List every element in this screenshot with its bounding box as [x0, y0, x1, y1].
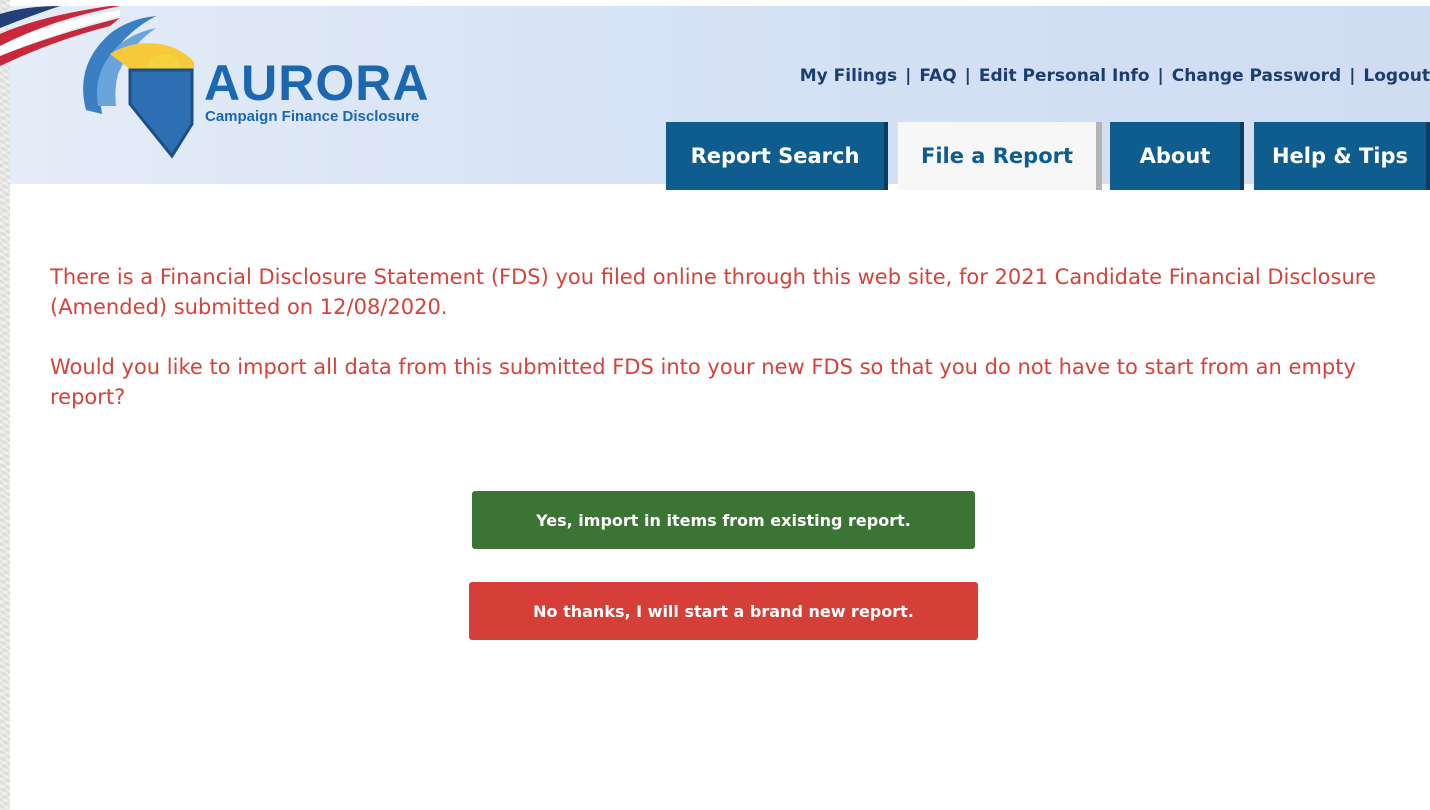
link-separator: | [1349, 66, 1356, 86]
link-separator: | [905, 66, 912, 86]
change-password-link[interactable]: Change Password [1172, 66, 1341, 86]
start-new-report-button[interactable]: No thanks, I will start a brand new repo… [469, 582, 978, 640]
aurora-logo[interactable]: AURORA Campaign Finance Disclosure [72, 14, 502, 164]
logout-link[interactable]: Logout [1363, 66, 1430, 86]
import-question: Would you like to import all data from t… [50, 355, 1356, 409]
link-separator: | [964, 66, 971, 86]
import-existing-button[interactable]: Yes, import in items from existing repor… [472, 491, 975, 549]
site-header: AURORA Campaign Finance Disclosure My Fi… [0, 6, 1430, 190]
faq-link[interactable]: FAQ [919, 66, 956, 86]
tab-report-search[interactable]: Report Search [666, 122, 888, 190]
my-filings-link[interactable]: My Filings [800, 66, 897, 86]
existing-fds-notice: There is a Financial Disclosure Statemen… [50, 265, 1376, 319]
top-nav-links: My Filings | FAQ | Edit Personal Info | Change… [800, 66, 1430, 86]
nevada-logo-icon [83, 16, 194, 159]
logo-wordmark: AURORA [204, 55, 430, 111]
import-prompt: There is a Financial Disclosure Statemen… [50, 262, 1410, 442]
tab-file-a-report[interactable]: File a Report [898, 122, 1102, 190]
page: AURORA Campaign Finance Disclosure My Fi… [0, 0, 1430, 810]
tab-about[interactable]: About [1110, 122, 1244, 190]
link-separator: | [1157, 66, 1164, 86]
tab-help-tips[interactable]: Help & Tips [1254, 122, 1430, 190]
edit-personal-info-link[interactable]: Edit Personal Info [979, 66, 1150, 86]
logo-tagline: Campaign Finance Disclosure [205, 108, 420, 125]
